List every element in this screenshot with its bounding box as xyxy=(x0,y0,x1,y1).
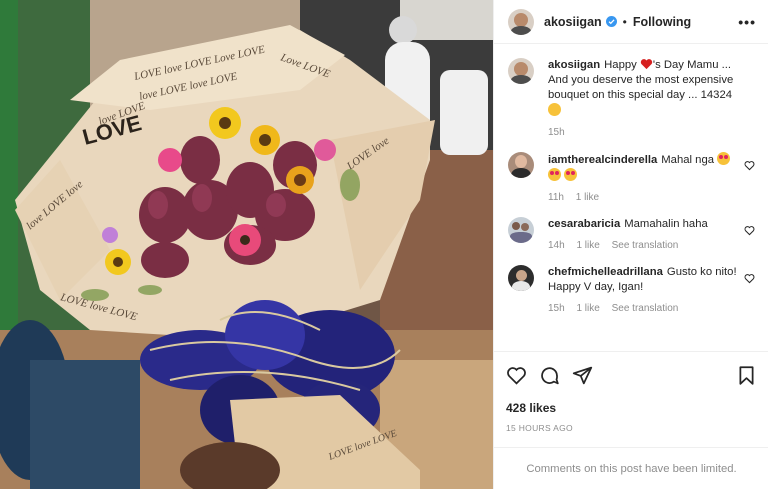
action-icons-row xyxy=(506,364,757,386)
comment: chefmichelleadrillana Gusto ko nito! Happ… xyxy=(508,265,757,314)
comments-limited-notice: Comments on this post have been limited. xyxy=(494,447,768,489)
comment: cesarabaricia Mamahalin haha 14h 1 like S… xyxy=(508,217,757,251)
caption-username[interactable]: akosiigan xyxy=(548,59,600,71)
heart-eyes-emoji-icon xyxy=(564,168,578,181)
heart-eyes-emoji-icon xyxy=(717,152,731,165)
comment-text: Mamahalin haha xyxy=(624,218,708,230)
bouquet-image: LOVE love LOVE Love LOVE love LOVE love … xyxy=(0,0,493,489)
following-button[interactable]: Following xyxy=(633,15,691,29)
separator-dot: • xyxy=(622,14,627,29)
author-username[interactable]: akosiigan xyxy=(544,15,602,29)
share-icon[interactable] xyxy=(572,365,593,386)
caption-time: 15h xyxy=(548,127,565,138)
post-timestamp: 15 HOURS AGO xyxy=(506,423,573,433)
author-avatar[interactable] xyxy=(508,8,534,35)
comment-text: Mahal nga xyxy=(661,154,718,166)
comment-like-count[interactable]: 1 like xyxy=(576,192,599,203)
comment: iamtherealcinderella Mahal nga 11h 1 like xyxy=(508,152,757,203)
commenter-username[interactable]: cesarabaricia xyxy=(548,218,620,230)
caption-author-avatar[interactable] xyxy=(508,58,534,84)
commenter-username[interactable]: chefmichelleadrillana xyxy=(548,266,663,278)
heart-icon[interactable] xyxy=(506,365,527,386)
post-header: akosiigan • Following ••• xyxy=(494,0,768,44)
commenter-avatar[interactable] xyxy=(508,217,534,243)
heart-eyes-emoji-icon xyxy=(548,168,561,181)
comment-like-heart-icon[interactable] xyxy=(744,273,755,284)
commenter-username[interactable]: iamtherealcinderella xyxy=(548,154,657,166)
verified-badge-icon xyxy=(605,16,617,27)
smiling-emoji-icon xyxy=(548,103,561,116)
comment-like-count[interactable]: 1 like xyxy=(576,240,599,251)
bookmark-icon[interactable] xyxy=(736,365,757,386)
post-side-panel: akosiigan • Following ••• akosiigan Happy… xyxy=(493,0,768,489)
see-translation-link[interactable]: See translation xyxy=(612,240,679,251)
caption: akosiigan Happy 's Day Mamu ... And you d… xyxy=(508,58,757,138)
comment-time: 14h xyxy=(548,240,565,251)
see-translation-link[interactable]: See translation xyxy=(612,303,679,314)
comment-time: 11h xyxy=(548,192,564,203)
comment-like-heart-icon[interactable] xyxy=(744,225,755,236)
comment-icon[interactable] xyxy=(539,365,560,386)
commenter-avatar[interactable] xyxy=(508,152,534,178)
like-count[interactable]: 428 likes xyxy=(506,401,757,415)
comments-list: akosiigan Happy 's Day Mamu ... And you d… xyxy=(494,44,768,350)
comment-time: 15h xyxy=(548,303,565,314)
comment-like-count[interactable]: 1 like xyxy=(576,303,599,314)
comment-like-heart-icon[interactable] xyxy=(744,160,755,171)
commenter-avatar[interactable] xyxy=(508,265,534,291)
red-heart-icon xyxy=(640,59,653,70)
post-actions: 428 likes 15 HOURS AGO xyxy=(494,351,768,433)
post-photo[interactable]: LOVE love LOVE Love LOVE love LOVE love … xyxy=(0,0,493,489)
more-options-icon[interactable]: ••• xyxy=(738,14,756,30)
caption-text-1: Happy xyxy=(604,59,640,71)
